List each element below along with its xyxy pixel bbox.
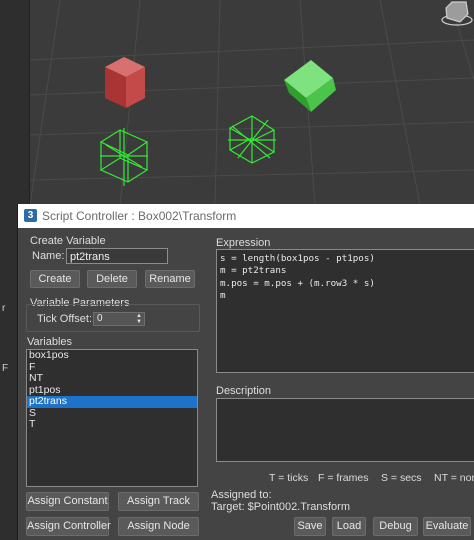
variable-item-box1pos[interactable]: box1pos (27, 350, 197, 362)
variable-name-input[interactable]: pt2trans (66, 248, 168, 264)
assign-node-button[interactable]: Assign Node (118, 517, 199, 536)
variable-item-f[interactable]: F (27, 361, 197, 374)
variable-item-nt[interactable]: NT (27, 372, 197, 385)
delete-button[interactable]: Delete (87, 270, 137, 288)
tick-offset-spinner[interactable]: 0 ▲ ▼ (93, 312, 145, 326)
assigned-target: Target: $Point002.Transform (211, 501, 350, 513)
load-button[interactable]: Load (332, 517, 366, 536)
variables-list[interactable]: box1pos F NT pt1pos pt2trans S T (26, 349, 198, 487)
assigned-to-heading: Assigned to: (211, 489, 272, 501)
description-text (217, 399, 474, 402)
expression-line-4: m (220, 289, 226, 301)
rename-button[interactable]: Rename (145, 270, 195, 288)
name-label: Name: (32, 250, 65, 262)
variables-heading: Variables (27, 336, 73, 348)
point-helper-2 (228, 115, 276, 164)
tick-offset-label: Tick Offset: (37, 313, 93, 325)
app-logo-icon: 3 (24, 209, 37, 222)
expression-line-3: m.pos = m.pos + (m.row3 * s) (220, 277, 375, 289)
assign-controller-button[interactable]: Assign Controller (26, 517, 111, 536)
expression-editor[interactable]: s = length(box1pos - pt1pos) m = pt2tran… (216, 249, 474, 373)
green-box-object (284, 60, 336, 112)
assign-track-button[interactable]: Assign Track (118, 492, 199, 511)
description-editor[interactable] (216, 398, 474, 462)
legend-frames: F = frames (318, 472, 369, 484)
expression-heading: Expression (216, 237, 271, 249)
legend-ticks: T = ticks (269, 472, 309, 484)
script-controller-dialog: 3 Script Controller : Box002\Transform C… (17, 204, 474, 540)
assign-constant-button[interactable]: Assign Constant (26, 492, 109, 511)
viewport-grid (29, 0, 474, 205)
legend-normalized: NT = norm (434, 472, 474, 484)
expression-line-2: m = pt2trans (220, 265, 287, 277)
spinner-arrows-icon[interactable]: ▲ ▼ (136, 313, 142, 325)
dialog-titlebar[interactable]: 3 Script Controller : Box002\Transform (18, 204, 474, 228)
dialog-title: Script Controller : Box002\Transform (42, 209, 237, 223)
left-label-f: F (2, 363, 9, 374)
create-button[interactable]: Create (30, 270, 80, 288)
variable-item-t[interactable]: T (27, 418, 197, 431)
variable-item-s[interactable]: S (27, 407, 197, 420)
variable-item-pt2trans[interactable]: pt2trans (27, 395, 197, 408)
viewcube-icon (441, 1, 473, 26)
red-box-object (105, 57, 145, 108)
description-heading: Description (216, 385, 272, 397)
create-variable-heading: Create Variable (30, 235, 106, 247)
save-button[interactable]: Save (294, 517, 326, 536)
left-label-r: r (2, 303, 6, 314)
legend-secs: S = secs (381, 472, 422, 484)
debug-button[interactable]: Debug (373, 517, 418, 536)
expression-line-1: s = length(box1pos - pt1pos) (220, 253, 375, 264)
viewport[interactable] (0, 0, 474, 205)
evaluate-button[interactable]: Evaluate (423, 517, 471, 536)
tick-offset-value: 0 (97, 313, 103, 324)
